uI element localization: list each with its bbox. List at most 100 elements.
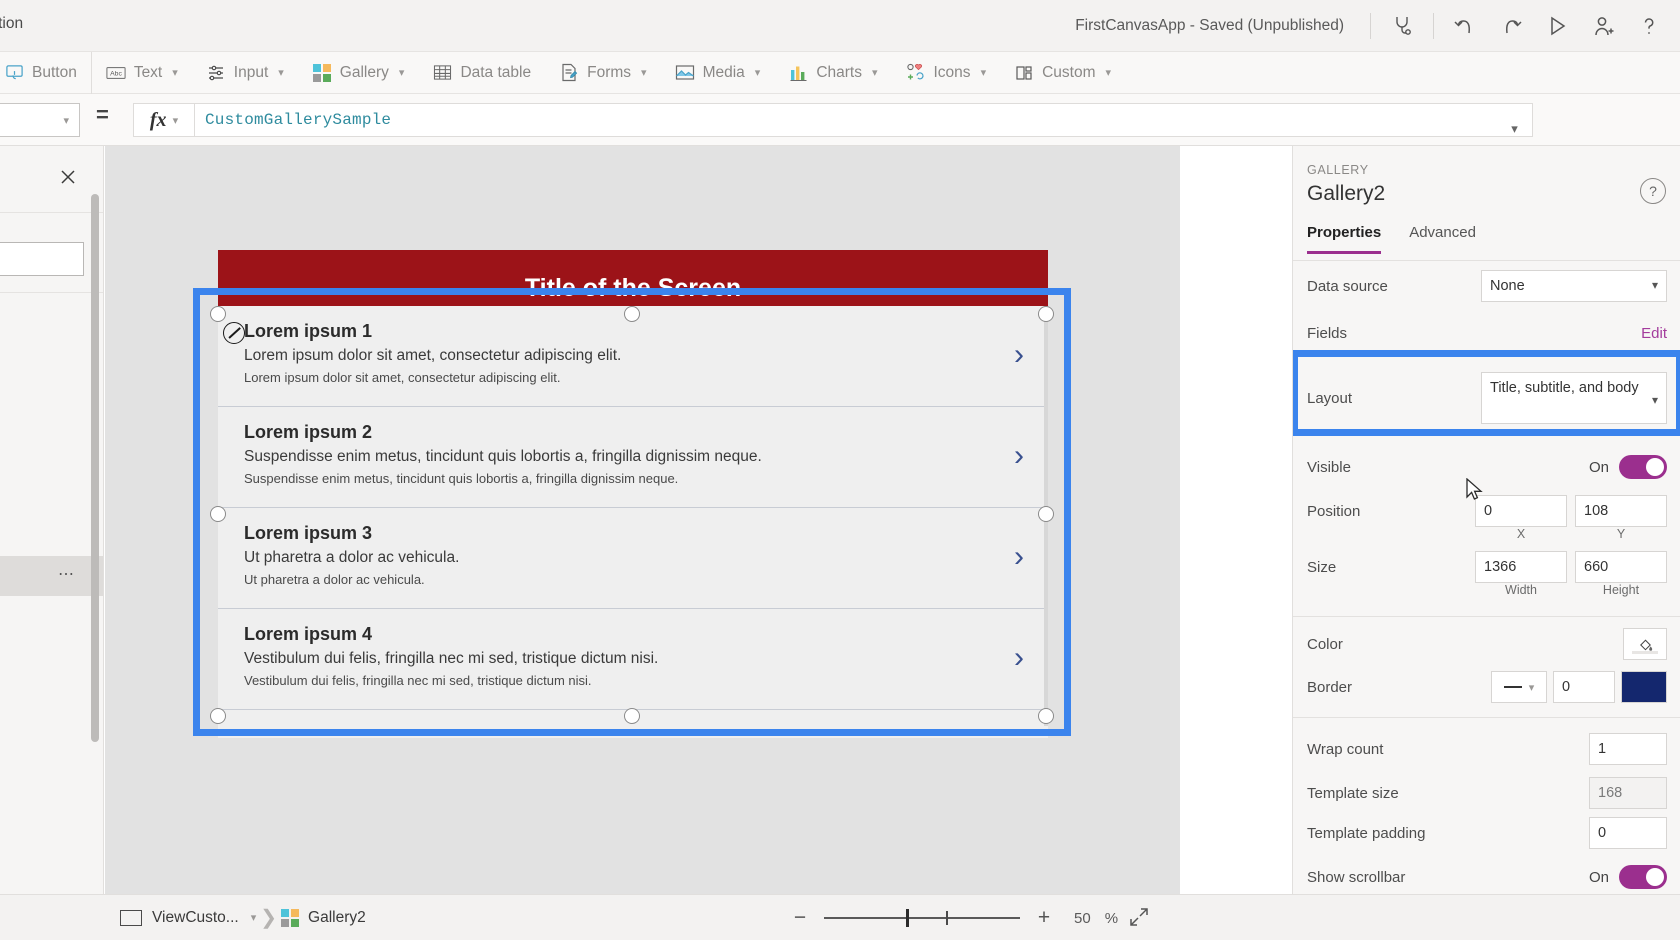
formula-input[interactable]: CustomGallerySample ▾	[195, 103, 1533, 137]
control-visible[interactable]: On	[1589, 455, 1667, 479]
ribbon-item-charts[interactable]: Charts ▾	[774, 52, 891, 94]
gallery-row-title: Lorem ipsum 4	[244, 624, 373, 644]
row-data-source: Data source None ▾	[1293, 261, 1680, 311]
resize-handle-bottom-center[interactable]	[624, 708, 640, 724]
fill-color-button[interactable]	[1623, 628, 1667, 660]
more-options-icon[interactable]: ⋯	[58, 567, 76, 583]
control-data-source[interactable]: None ▾	[1481, 270, 1667, 302]
chevron-down-icon[interactable]: ▾	[251, 911, 257, 924]
tree-item-selected[interactable]: ⋯	[0, 556, 103, 596]
gallery-row[interactable]: Lorem ipsum 4 Vestibulum dui felis, frin…	[218, 609, 1048, 710]
ribbon-label: Custom	[1042, 63, 1096, 81]
screen-selector[interactable]: ViewCusto... ▾	[120, 909, 256, 927]
resize-handle-middle-left[interactable]	[210, 506, 226, 522]
template-size-input[interactable]: 168	[1589, 777, 1667, 809]
redo-icon[interactable]	[1488, 6, 1534, 46]
chevron-right-icon[interactable]: ›	[1014, 340, 1024, 370]
close-icon[interactable]	[55, 164, 81, 190]
edit-pencil-icon[interactable]	[223, 322, 245, 344]
resize-handle-middle-right[interactable]	[1038, 506, 1054, 522]
resize-handle-bottom-right[interactable]	[1038, 708, 1054, 724]
gallery-control[interactable]: Lorem ipsum 1 Lorem ipsum dolor sit amet…	[218, 306, 1048, 726]
zoom-out-button[interactable]: −	[790, 906, 810, 930]
app-canvas[interactable]: Title of the Screen Lorem ipsum 1 Lorem …	[105, 146, 1180, 894]
preview-play-icon[interactable]	[1534, 6, 1580, 46]
control-template-padding[interactable]: 0	[1589, 817, 1667, 849]
breadcrumb-control[interactable]: Gallery2	[281, 908, 366, 927]
chevron-down-icon: ▾	[1105, 67, 1112, 79]
layout-select[interactable]: Title, subtitle, and body ▾	[1481, 372, 1667, 424]
chevron-down-icon: ▾	[172, 114, 179, 127]
resize-handle-bottom-left[interactable]	[210, 708, 226, 724]
chevron-down-icon: ▾	[1651, 278, 1658, 292]
control-wrap-count[interactable]: 1	[1589, 733, 1667, 765]
ribbon-item-button[interactable]: Button	[0, 51, 92, 94]
zoom-unit: %	[1104, 909, 1119, 927]
tab-properties[interactable]: Properties	[1307, 224, 1382, 254]
fields-edit-link[interactable]: Edit	[1641, 325, 1667, 342]
template-padding-input[interactable]: 0	[1589, 817, 1667, 849]
size-width-input[interactable]: 1366	[1475, 551, 1567, 583]
zoom-in-button[interactable]: +	[1034, 906, 1054, 930]
control-color[interactable]	[1623, 628, 1667, 660]
button-icon	[4, 63, 24, 83]
search-input[interactable]	[0, 242, 84, 276]
tab-advanced[interactable]: Advanced	[1409, 224, 1476, 254]
ribbon-item-input[interactable]: Input ▾	[192, 52, 298, 94]
help-icon[interactable]	[1626, 6, 1672, 46]
help-icon[interactable]: ?	[1640, 178, 1666, 204]
position-x-input[interactable]: 0	[1475, 495, 1567, 527]
ribbon-item-forms[interactable]: Forms ▾	[545, 52, 660, 94]
position-x-caption: X	[1516, 527, 1526, 541]
share-user-icon[interactable]	[1580, 6, 1626, 46]
input-sliders-icon	[206, 63, 226, 83]
chevron-down-icon[interactable]: ▾	[1511, 122, 1518, 137]
position-y-input[interactable]: 108	[1575, 495, 1667, 527]
ribbon-item-icons[interactable]: Icons ▾	[892, 52, 1001, 94]
control-show-scrollbar[interactable]: On	[1589, 865, 1667, 889]
resize-handle-top-center[interactable]	[624, 306, 640, 322]
app-checker-icon[interactable]	[1379, 6, 1425, 46]
border-style-select[interactable]: ▾	[1491, 671, 1547, 703]
gallery-row[interactable]: Lorem ipsum 3 Ut pharetra a dolor ac veh…	[218, 508, 1048, 609]
left-panel-scrollbar[interactable]	[91, 194, 99, 742]
size-height-input[interactable]: 660	[1575, 551, 1667, 583]
action-menu-label[interactable]: Action	[0, 15, 23, 33]
resize-handle-top-left[interactable]	[210, 306, 226, 322]
ribbon-item-custom[interactable]: Custom ▾	[1000, 52, 1125, 94]
resize-handle-top-right[interactable]	[1038, 306, 1054, 322]
fit-to-screen-icon[interactable]	[1128, 906, 1150, 933]
gallery-row[interactable]: Lorem ipsum 2 Suspendisse enim metus, ti…	[218, 407, 1048, 508]
gallery-row-title: Lorem ipsum 3	[244, 523, 373, 543]
size-width-value: 1366	[1484, 559, 1517, 575]
gallery-row-body: Vestibulum dui felis, fringilla nec mi s…	[244, 673, 592, 688]
border-thickness-input[interactable]: 0	[1553, 671, 1615, 703]
ribbon-label: Icons	[933, 63, 971, 81]
fx-button[interactable]: fx ▾	[133, 103, 195, 137]
ribbon-item-text[interactable]: Abc Text ▾	[92, 52, 192, 94]
row-visible: Visible On	[1293, 441, 1680, 493]
position-x-group: 0 X	[1475, 495, 1567, 541]
zoom-slider[interactable]	[824, 909, 1020, 927]
ribbon-label: Input	[233, 63, 269, 81]
ribbon-item-data-table[interactable]: Data table	[418, 52, 545, 94]
charts-icon	[788, 63, 808, 83]
chevron-right-icon[interactable]: ›	[1014, 643, 1024, 673]
undo-icon[interactable]	[1442, 6, 1488, 46]
ribbon-item-media[interactable]: Media ▾	[661, 52, 775, 94]
visible-toggle[interactable]	[1619, 455, 1667, 479]
label-visible: Visible	[1307, 458, 1351, 476]
control-layout[interactable]: Title, subtitle, and body ▾	[1481, 372, 1667, 424]
property-selector[interactable]: ▾	[0, 103, 80, 137]
topbar-right-group: FirstCanvasApp - Saved (Unpublished)	[1075, 0, 1672, 52]
chevron-right-icon[interactable]: ›	[1014, 441, 1024, 471]
fx-label: fx	[149, 108, 167, 131]
ribbon-item-gallery[interactable]: Gallery ▾	[298, 52, 419, 94]
zoom-slider-thumb[interactable]	[906, 909, 909, 927]
data-source-select[interactable]: None ▾	[1481, 270, 1667, 302]
wrap-count-input[interactable]: 1	[1589, 733, 1667, 765]
control-template-size[interactable]: 168	[1589, 777, 1667, 809]
border-color-swatch[interactable]	[1621, 671, 1667, 703]
show-scrollbar-toggle[interactable]	[1619, 865, 1667, 889]
chevron-right-icon[interactable]: ›	[1014, 542, 1024, 572]
